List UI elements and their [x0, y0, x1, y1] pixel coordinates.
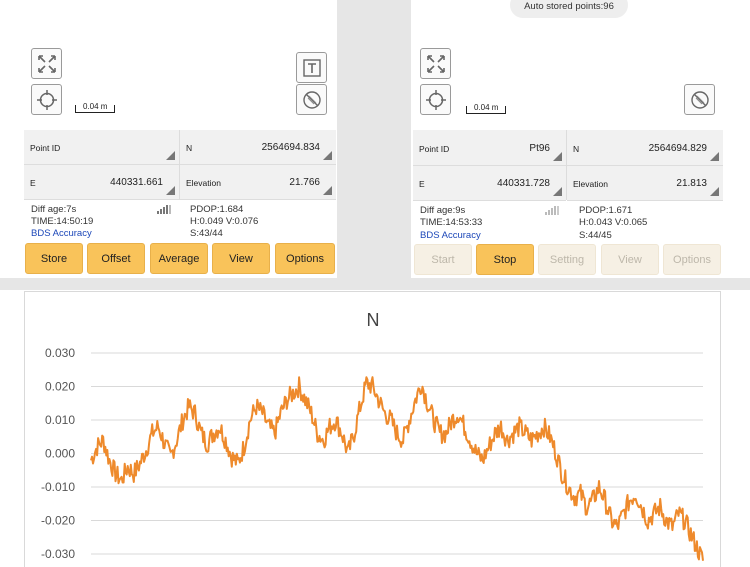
e-field[interactable]: E 440331.728: [413, 166, 566, 201]
n-value: 2564694.834: [261, 142, 320, 153]
y-tick-label: 0.020: [45, 380, 75, 394]
elevation-label: Elevation: [186, 178, 221, 188]
coordinate-fields: Point ID N 2564694.834 E 440331.661 Elev…: [24, 130, 336, 200]
bds-accuracy: BDS Accuracy: [31, 228, 92, 239]
start-button[interactable]: Start: [414, 244, 472, 275]
elevation-field[interactable]: Elevation 21.766: [180, 165, 336, 200]
bds-accuracy: BDS Accuracy: [420, 230, 481, 241]
view-button[interactable]: View: [601, 244, 659, 275]
stop-button[interactable]: Stop: [476, 244, 534, 275]
e-value: 440331.661: [110, 177, 163, 188]
no-signal-icon: [302, 90, 321, 109]
y-tick-label: 0.030: [45, 346, 75, 360]
gnss-status: Diff age:9s TIME:14:53:33 BDS Accuracy P…: [413, 202, 723, 242]
dropdown-triangle-icon: [323, 186, 332, 195]
right-map-view[interactable]: Auto stored points:96 0.04 m: [413, 0, 723, 128]
dropdown-triangle-icon: [710, 187, 719, 196]
setting-button[interactable]: Setting: [538, 244, 596, 275]
no-signal-button[interactable]: [296, 84, 327, 115]
locate-icon: [36, 89, 57, 110]
n-label: N: [186, 143, 193, 153]
expand-button[interactable]: [31, 48, 62, 79]
dropdown-triangle-icon: [166, 186, 175, 195]
e-label: E: [419, 179, 425, 189]
signal-bars-icon: [545, 206, 559, 215]
elevation-value: 21.813: [676, 178, 707, 189]
pdop-readout: PDOP:1.684: [190, 204, 244, 215]
y-tick-label: -0.030: [41, 547, 75, 561]
locate-button[interactable]: [31, 84, 62, 115]
view-button[interactable]: View: [212, 243, 270, 274]
panel-bottom-bar: [0, 278, 750, 290]
n-series-line: [90, 376, 704, 561]
signal-bars-icon: [157, 205, 171, 214]
point-id-field[interactable]: Point ID: [24, 130, 179, 165]
no-signal-button[interactable]: [684, 84, 715, 115]
dropdown-triangle-icon: [323, 151, 332, 160]
dropdown-triangle-icon: [553, 152, 562, 161]
left-survey-panel: 0.04 m Point ID N 2564694.834 E 440331.6…: [24, 0, 336, 278]
text-toggle-button[interactable]: [296, 52, 327, 83]
options-button[interactable]: Options: [663, 244, 721, 275]
average-button[interactable]: Average: [150, 243, 208, 274]
y-tick-label: 0.010: [45, 413, 75, 427]
n-field[interactable]: N 2564694.834: [180, 130, 336, 165]
dropdown-triangle-icon: [553, 187, 562, 196]
point-id-value: Pt96: [529, 143, 550, 154]
gnss-status: Diff age:7s TIME:14:50:19 BDS Accuracy P…: [24, 202, 336, 242]
expand-button[interactable]: [420, 48, 451, 79]
n-deviation-chart: N 0.030 0.020 0.010 0.000 -0.010 -0.020 -0.030: [24, 291, 721, 567]
satellite-count: S:43/44: [190, 228, 223, 239]
hv-precision: H:0.049 V:0.076: [190, 216, 259, 227]
diff-age: Diff age:7s: [31, 204, 77, 215]
y-tick-label: -0.010: [41, 480, 75, 494]
auto-store-toast: Auto stored points:96: [510, 0, 628, 18]
panel-divider: [337, 0, 411, 290]
n-label: N: [573, 144, 580, 154]
elevation-value: 21.766: [289, 177, 320, 188]
scale-label: 0.04 m: [474, 103, 499, 112]
hv-precision: H:0.043 V:0.065: [579, 217, 648, 228]
satellite-count: S:44/45: [579, 230, 612, 241]
time-readout: TIME:14:50:19: [31, 216, 94, 227]
locate-button[interactable]: [420, 84, 451, 115]
dropdown-triangle-icon: [710, 152, 719, 161]
pdop-readout: PDOP:1.671: [579, 205, 633, 216]
text-icon: [302, 58, 321, 77]
locate-icon: [425, 89, 446, 110]
e-value: 440331.728: [497, 178, 550, 189]
point-id-label: Point ID: [30, 143, 61, 153]
no-signal-icon: [690, 90, 709, 109]
point-id-field[interactable]: Point ID Pt96: [413, 131, 566, 166]
y-tick-label: -0.020: [41, 514, 75, 528]
options-button[interactable]: Options: [275, 243, 335, 274]
offset-button[interactable]: Offset: [87, 243, 145, 274]
elevation-label: Elevation: [573, 179, 608, 189]
diff-age: Diff age:9s: [420, 205, 466, 216]
map-scale: 0.04 m: [466, 103, 508, 114]
elevation-field[interactable]: Elevation 21.813: [567, 166, 723, 201]
expand-icon: [37, 54, 56, 73]
store-button[interactable]: Store: [25, 243, 83, 274]
y-tick-label: 0.000: [45, 447, 75, 461]
left-action-bar: Store Offset Average View Options: [24, 243, 336, 276]
e-field[interactable]: E 440331.661: [24, 165, 179, 200]
chart-title: N: [367, 310, 380, 330]
n-value: 2564694.829: [648, 143, 707, 154]
chart-svg: N 0.030 0.020 0.010 0.000 -0.010 -0.020 -0.030: [41, 310, 704, 561]
e-label: E: [30, 178, 36, 188]
n-field[interactable]: N 2564694.829: [567, 131, 723, 166]
coordinate-fields: Point ID Pt96 N 2564694.829 E 440331.728…: [413, 130, 723, 201]
scale-label: 0.04 m: [83, 102, 108, 111]
left-map-view[interactable]: 0.04 m: [24, 0, 336, 128]
dropdown-triangle-icon: [166, 151, 175, 160]
point-id-label: Point ID: [419, 144, 450, 154]
right-survey-panel: Auto stored points:96 0.04 m Point ID Pt…: [413, 0, 723, 278]
map-scale: 0.04 m: [75, 102, 117, 113]
right-action-bar: Start Stop Setting View Options: [413, 243, 723, 276]
expand-icon: [426, 54, 445, 73]
time-readout: TIME:14:53:33: [420, 217, 483, 228]
